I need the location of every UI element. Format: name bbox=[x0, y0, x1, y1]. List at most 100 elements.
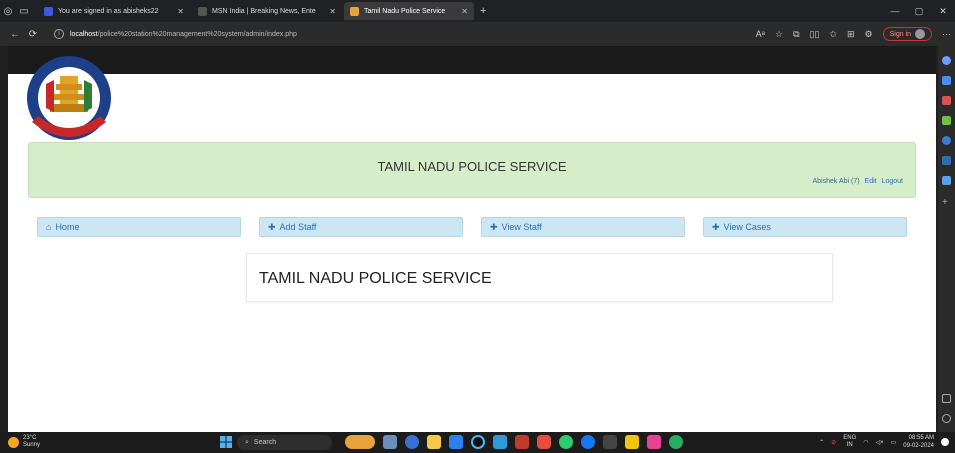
settings-icon[interactable] bbox=[942, 414, 951, 423]
search-icon[interactable] bbox=[942, 56, 951, 65]
plus-icon: ✚ bbox=[712, 221, 720, 232]
profile-icon[interactable]: ◎ bbox=[0, 3, 16, 19]
store-icon[interactable] bbox=[449, 435, 463, 449]
close-icon[interactable]: ✕ bbox=[171, 7, 184, 16]
sun-icon bbox=[8, 436, 19, 448]
nav-label: View Cases bbox=[723, 222, 771, 232]
widgets-icon[interactable] bbox=[345, 435, 375, 449]
people-icon[interactable] bbox=[942, 116, 951, 125]
url-path: /police%20station%20management%20system/… bbox=[97, 30, 297, 38]
more-icon[interactable]: ··· bbox=[942, 29, 951, 39]
close-icon[interactable]: ✕ bbox=[455, 7, 468, 16]
web-page: TAMIL NADU POLICE SERVICE Abishek Abi (7… bbox=[8, 46, 936, 432]
send-icon[interactable] bbox=[942, 176, 951, 185]
plus-icon: ✚ bbox=[490, 221, 498, 232]
favorite-star-icon[interactable]: ☆ bbox=[775, 29, 783, 40]
whatsapp-icon[interactable] bbox=[669, 435, 683, 449]
notification-icon[interactable] bbox=[941, 438, 949, 446]
clock[interactable]: 08:55 AM 09-02-2024 bbox=[903, 434, 934, 450]
page-top-bar bbox=[8, 46, 936, 74]
nav-view-cases-button[interactable]: ✚ View Cases bbox=[703, 217, 907, 237]
nav-add-staff-button[interactable]: ✚ Add Staff bbox=[259, 217, 463, 237]
copilot-icon[interactable]: ⚙ bbox=[865, 29, 873, 40]
notes-icon[interactable] bbox=[625, 435, 639, 449]
extensions-icon[interactable]: ⧉ bbox=[793, 29, 799, 40]
tag-icon[interactable] bbox=[942, 76, 951, 85]
read-aloud-icon[interactable]: A͏ᵃ bbox=[756, 29, 765, 39]
app-icon[interactable] bbox=[603, 435, 617, 449]
clock-date: 09-02-2024 bbox=[903, 443, 934, 449]
header-banner: TAMIL NADU POLICE SERVICE Abishek Abi (7… bbox=[28, 142, 916, 198]
content-card: TAMIL NADU POLICE SERVICE bbox=[246, 253, 833, 302]
minimize-icon[interactable]: — bbox=[883, 0, 907, 22]
chevron-up-icon[interactable]: ⌃ bbox=[819, 439, 824, 446]
tab-label: Tamil Nadu Police Service bbox=[364, 7, 446, 15]
back-icon[interactable]: ← bbox=[6, 29, 24, 40]
sidebar-layout-icon[interactable] bbox=[942, 394, 951, 403]
search-icon: ⌕ bbox=[245, 438, 249, 446]
taskbar-search[interactable]: ⌕ Search bbox=[237, 435, 332, 450]
police-logo bbox=[27, 56, 111, 140]
photos-icon[interactable] bbox=[647, 435, 661, 449]
browser-tab-strip: ◎ ▭ You are signed in as abisheks22 ✕ MS… bbox=[0, 0, 955, 22]
search-label: Search bbox=[253, 439, 277, 446]
refresh-icon[interactable]: ⟳ bbox=[24, 29, 42, 40]
tab-2[interactable]: MSN India | Breaking News, Ente ✕ bbox=[192, 2, 342, 20]
new-tab-button[interactable]: + bbox=[480, 5, 486, 17]
close-icon[interactable]: ✕ bbox=[323, 7, 336, 16]
language-indicator[interactable]: ENG IN bbox=[843, 435, 856, 449]
shopping-icon[interactable] bbox=[942, 96, 951, 105]
weather-widget[interactable]: 23°C Sunny bbox=[8, 435, 40, 449]
tab-1[interactable]: You are signed in as abisheks22 ✕ bbox=[38, 2, 190, 20]
region-code: IN bbox=[846, 442, 853, 448]
mcafee-icon[interactable] bbox=[515, 435, 529, 449]
battery-icon[interactable]: ▭ bbox=[891, 439, 897, 446]
logout-link[interactable]: Logout bbox=[882, 178, 903, 185]
linkedin-icon[interactable] bbox=[493, 435, 507, 449]
site-info-icon[interactable]: i bbox=[54, 29, 64, 39]
nav-home-button[interactable]: ⌂ Home bbox=[37, 217, 241, 237]
youtube-icon[interactable] bbox=[537, 435, 551, 449]
file-explorer-icon[interactable] bbox=[427, 435, 441, 449]
nav-view-staff-button[interactable]: ✚ View Staff bbox=[481, 217, 685, 237]
restore-icon[interactable]: ▢ bbox=[907, 0, 931, 22]
sign-in-button[interactable]: Sign in bbox=[882, 27, 932, 41]
avatar bbox=[915, 29, 925, 39]
url-host: localhost bbox=[70, 30, 98, 38]
tab-label: MSN India | Breaking News, Ente bbox=[212, 7, 316, 15]
add-icon[interactable]: + bbox=[942, 198, 951, 208]
tab-label: You are signed in as abisheks22 bbox=[58, 7, 159, 15]
collections-icon[interactable]: ⊞ bbox=[847, 29, 855, 40]
favorites-icon[interactable]: ✩ bbox=[829, 29, 837, 40]
edge-sidebar: + bbox=[938, 46, 955, 433]
card-title: TAMIL NADU POLICE SERVICE bbox=[259, 270, 492, 287]
tab-favicon-icon bbox=[198, 6, 207, 16]
tab-favicon-icon bbox=[44, 6, 53, 16]
nav-label: View Staff bbox=[501, 222, 542, 232]
network-alert-icon[interactable]: ⊘ bbox=[831, 439, 836, 446]
facebook-icon[interactable] bbox=[581, 435, 595, 449]
copilot-sidebar-icon[interactable] bbox=[942, 136, 951, 145]
banner-title: TAMIL NADU POLICE SERVICE bbox=[377, 159, 567, 174]
outlook-icon[interactable] bbox=[942, 156, 951, 165]
edge-icon[interactable] bbox=[559, 435, 573, 449]
user-info: Abishek Abi (7) Edit Logout bbox=[813, 178, 903, 185]
volume-icon[interactable]: ◁× bbox=[876, 439, 884, 446]
nav-label: Home bbox=[55, 222, 80, 232]
cortana-icon[interactable] bbox=[471, 435, 485, 449]
wifi-icon[interactable]: ◠ bbox=[863, 439, 868, 446]
chat-icon[interactable] bbox=[405, 435, 419, 449]
task-view-icon[interactable] bbox=[383, 435, 397, 449]
windows-start-icon[interactable] bbox=[220, 436, 232, 448]
edit-link[interactable]: Edit bbox=[865, 178, 877, 185]
tab-3-active[interactable]: Tamil Nadu Police Service ✕ bbox=[344, 2, 474, 20]
window-controls: — ▢ ✕ bbox=[883, 0, 955, 22]
nav-label: Add Staff bbox=[279, 222, 317, 232]
close-window-icon[interactable]: ✕ bbox=[931, 0, 955, 22]
system-tray: ⌃ ⊘ ENG IN ◠ ◁× ▭ 08:55 AM 09-02-2024 bbox=[819, 434, 949, 450]
weather-condition: Sunny bbox=[23, 442, 41, 448]
url-field[interactable]: i localhost /police%20station%20manageme… bbox=[54, 26, 654, 42]
split-screen-icon[interactable]: ▯▯ bbox=[810, 29, 820, 40]
clock-time: 08:55 AM bbox=[908, 435, 934, 441]
tab-actions-icon[interactable]: ▭ bbox=[16, 3, 32, 19]
